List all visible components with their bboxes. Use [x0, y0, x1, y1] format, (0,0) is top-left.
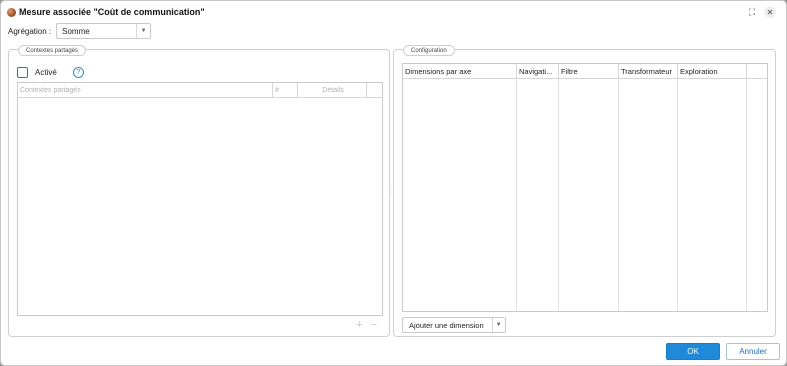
column-header-contexts[interactable]: Contextes partagés — [18, 83, 273, 97]
column-header-navigation[interactable]: Navigati... — [517, 64, 559, 78]
aggregation-value: Somme — [62, 26, 90, 36]
aggregation-label: Agrégation : — [8, 26, 52, 36]
aggregation-select[interactable]: Somme ▼ — [56, 23, 152, 39]
column-divider — [516, 79, 517, 311]
chevron-down-icon[interactable]: ▼ — [136, 24, 150, 38]
title-bar: Mesure associée "Coût de communication" … — [1, 1, 786, 23]
grid-actions: + − — [356, 319, 377, 331]
expand-icon[interactable]: ⛶ — [746, 6, 758, 18]
column-header-transformer[interactable]: Transformateur — [619, 64, 678, 78]
app-icon — [7, 7, 16, 17]
column-header-spacer — [367, 83, 382, 97]
dialog-title: Mesure associée "Coût de communication" — [19, 7, 205, 17]
aggregation-row: Agrégation : Somme ▼ — [8, 23, 152, 39]
ok-button[interactable]: OK — [666, 343, 720, 360]
add-icon[interactable]: + — [356, 319, 362, 331]
cancel-button[interactable]: Annuler — [726, 343, 780, 360]
dialog: Mesure associée "Coût de communication" … — [0, 0, 787, 366]
configuration-grid: Dimensions par axe Navigati... Filtre Tr… — [402, 63, 768, 312]
close-icon[interactable]: ✕ — [764, 6, 776, 18]
grid-body — [403, 79, 767, 311]
add-dimension-button[interactable]: Ajouter une dimension ▼ — [402, 317, 506, 333]
help-icon[interactable]: ? — [72, 66, 84, 78]
active-checkbox[interactable] — [17, 66, 28, 78]
grid-header: Dimensions par axe Navigati... Filtre Tr… — [403, 64, 767, 79]
configuration-legend: Configuration — [403, 45, 455, 56]
grid-header: Contextes partagés # Détails — [18, 83, 382, 98]
shared-contexts-panel: Contextes partagés Activé ? Contextes pa… — [8, 45, 390, 337]
configuration-panel: Configuration Dimensions par axe Navigat… — [393, 45, 776, 337]
shared-contexts-legend: Contextes partagés — [18, 45, 87, 56]
column-header-filter[interactable]: Filtre — [559, 64, 619, 78]
column-divider — [677, 79, 678, 311]
add-dimension-label[interactable]: Ajouter une dimension — [403, 318, 493, 332]
column-divider — [558, 79, 559, 311]
column-header-dimensions[interactable]: Dimensions par axe — [403, 64, 517, 78]
column-divider — [746, 79, 747, 311]
active-label: Activé — [35, 67, 57, 77]
column-header-details[interactable]: Détails — [298, 83, 367, 97]
active-row: Activé ? — [17, 66, 84, 78]
column-divider — [618, 79, 619, 311]
column-header-count[interactable]: # — [273, 83, 298, 97]
column-header-exploration[interactable]: Exploration — [678, 64, 747, 78]
shared-contexts-grid: Contextes partagés # Détails — [17, 82, 383, 316]
remove-icon[interactable]: − — [371, 319, 377, 331]
column-header-spacer — [747, 64, 767, 78]
chevron-down-icon[interactable]: ▼ — [493, 318, 505, 332]
